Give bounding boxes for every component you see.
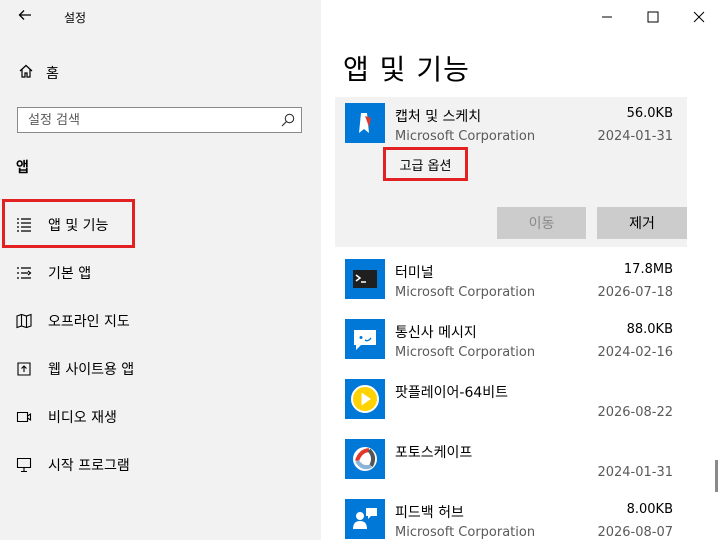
settings-window: 설정 홈 앱 앱 및 기능 기본 앱 bbox=[0, 0, 722, 540]
list-item[interactable]: 통신사 메시지 Microsoft Corporation 88.0KB 202… bbox=[335, 313, 687, 373]
default-apps-icon bbox=[16, 265, 32, 281]
sidebar-item-offline-maps[interactable]: 오프라인 지도 bbox=[0, 303, 321, 339]
window-controls bbox=[584, 0, 722, 34]
search-input[interactable] bbox=[18, 108, 278, 132]
search-box[interactable] bbox=[17, 107, 302, 133]
open-in-app-icon bbox=[16, 361, 32, 377]
sidebar-item-label: 오프라인 지도 bbox=[48, 314, 130, 330]
window-title: 설정 bbox=[64, 11, 87, 25]
selection-highlight bbox=[2, 199, 135, 248]
app-date: 2026-08-07 bbox=[597, 525, 673, 540]
home-label: 홈 bbox=[46, 66, 59, 82]
uninstall-button[interactable]: 제거 bbox=[597, 207, 687, 239]
minimize-icon[interactable] bbox=[584, 0, 630, 34]
app-publisher: Microsoft Corporation bbox=[395, 345, 536, 360]
home-icon bbox=[18, 63, 34, 83]
app-date: 2024-01-31 bbox=[597, 465, 673, 480]
potplayer-icon bbox=[345, 379, 385, 419]
sidebar-item-label: 시작 프로그램 bbox=[48, 458, 130, 474]
app-publisher: Microsoft Corporation bbox=[395, 285, 536, 300]
sidebar-item-apps-for-websites[interactable]: 웹 사이트용 앱 bbox=[0, 351, 321, 387]
app-size: 56.0KB bbox=[626, 106, 673, 121]
home-link[interactable]: 홈 bbox=[18, 62, 59, 84]
page-title: 앱 및 기능 bbox=[343, 53, 470, 86]
list-item[interactable]: 팟플레이어-64비트 2026-08-22 bbox=[335, 373, 687, 433]
app-size: 17.8MB bbox=[623, 262, 673, 277]
app-name: 캡처 및 스케치 bbox=[395, 109, 482, 125]
app-publisher: Microsoft Corporation bbox=[395, 129, 536, 144]
list-item[interactable]: 포토스케이프 2024-01-31 bbox=[335, 433, 687, 493]
sidebar-item-video-playback[interactable]: 비디오 재생 bbox=[0, 399, 321, 435]
advanced-options-link[interactable]: 고급 옵션 bbox=[383, 147, 468, 181]
app-publisher: Microsoft Corporation bbox=[395, 525, 536, 540]
maximize-icon[interactable] bbox=[630, 0, 676, 34]
app-name: 통신사 메시지 bbox=[395, 325, 477, 341]
terminal-icon bbox=[345, 259, 385, 299]
sidebar-item-label: 웹 사이트용 앱 bbox=[48, 362, 135, 378]
app-size: 88.0KB bbox=[626, 322, 673, 337]
map-icon bbox=[16, 313, 32, 329]
message-icon bbox=[345, 319, 385, 359]
scrollbar[interactable] bbox=[715, 460, 718, 492]
snip-sketch-icon bbox=[345, 103, 385, 143]
sidebar-item-startup[interactable]: 시작 프로그램 bbox=[0, 447, 321, 483]
photoscape-icon bbox=[345, 439, 385, 479]
sidebar-item-default-apps[interactable]: 기본 앱 bbox=[0, 255, 321, 291]
section-title: 앱 bbox=[16, 160, 29, 176]
app-date: 2026-07-18 bbox=[597, 285, 673, 300]
app-size: 8.00KB bbox=[626, 502, 673, 517]
app-name: 팟플레이어-64비트 bbox=[395, 385, 509, 401]
feedback-hub-icon bbox=[345, 499, 385, 539]
main-content: 앱 및 기능 캡처 및 스케치 Microsoft Corporation 56… bbox=[321, 0, 722, 540]
app-name: 피드백 허브 bbox=[395, 505, 464, 521]
list-item[interactable]: 피드백 허브 Microsoft Corporation 8.00KB 2026… bbox=[335, 493, 687, 540]
app-name: 터미널 bbox=[395, 265, 434, 281]
sidebar-item-label: 기본 앱 bbox=[48, 266, 92, 282]
app-date: 2026-08-22 bbox=[597, 405, 673, 420]
app-date: 2024-01-31 bbox=[597, 129, 673, 144]
move-button[interactable]: 이동 bbox=[497, 207, 586, 239]
arrow-left-icon[interactable] bbox=[14, 7, 36, 27]
startup-icon bbox=[16, 457, 32, 473]
sidebar: 설정 홈 앱 앱 및 기능 기본 앱 bbox=[0, 0, 321, 540]
video-icon bbox=[16, 409, 32, 425]
close-icon[interactable] bbox=[676, 0, 722, 34]
app-name: 포토스케이프 bbox=[395, 445, 473, 461]
search-icon[interactable] bbox=[280, 112, 296, 132]
list-item[interactable]: 터미널 Microsoft Corporation 17.8MB 2026-07… bbox=[335, 253, 687, 313]
sidebar-item-label: 비디오 재생 bbox=[48, 410, 117, 426]
app-date: 2024-02-16 bbox=[597, 345, 673, 360]
